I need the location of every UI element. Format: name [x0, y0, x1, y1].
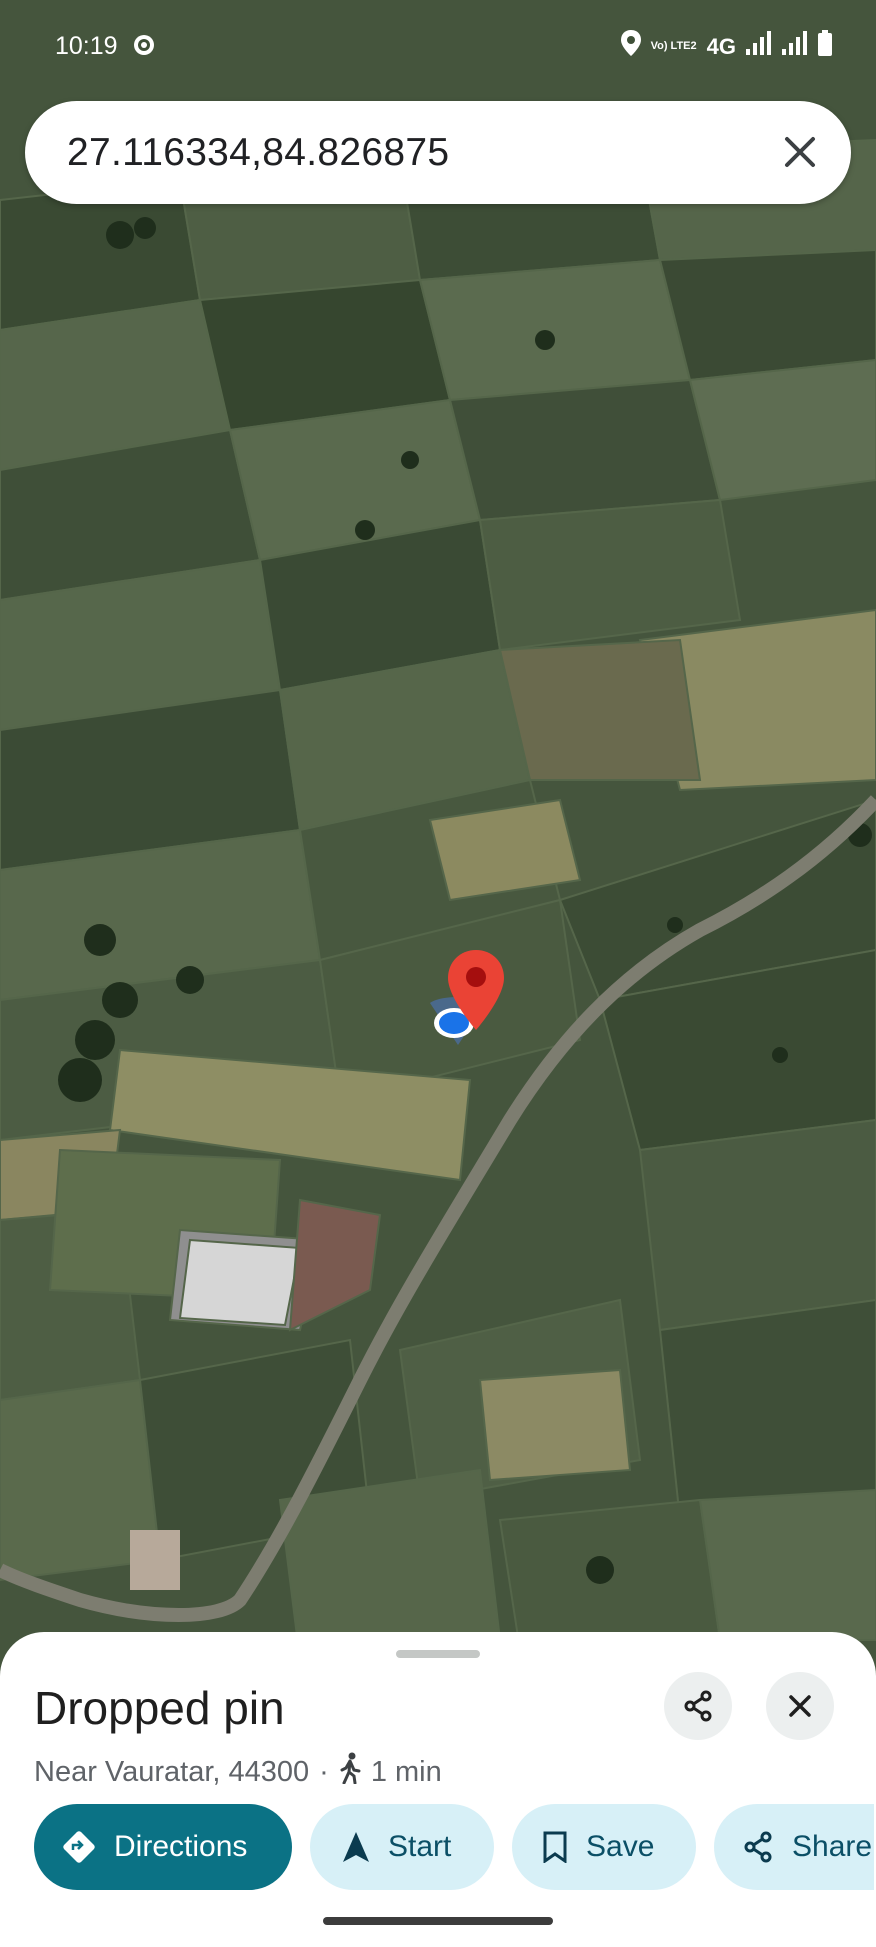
share-icon [684, 1690, 712, 1722]
walk-time: 1 min [370, 1755, 442, 1788]
close-icon[interactable] [779, 131, 821, 173]
share-icon [744, 1831, 772, 1863]
status-bar: 10:19 Vo) LTE2 4G [0, 0, 876, 92]
close-sheet-button[interactable] [766, 1672, 834, 1740]
directions-button[interactable]: Directions [34, 1804, 292, 1890]
place-bottom-sheet[interactable]: Dropped pin Near Vauratar, 44300 · 1 min… [0, 1632, 876, 1947]
directions-icon [63, 1831, 95, 1863]
start-label: Start [388, 1830, 452, 1863]
place-subtitle: Near Vauratar, 44300 · 1 min [34, 1752, 442, 1792]
status-time: 10:19 [55, 32, 118, 60]
bookmark-icon [543, 1831, 567, 1863]
volte-indicator: Vo) LTE2 [650, 40, 697, 52]
place-title: Dropped pin [34, 1682, 285, 1734]
whatsapp-icon [132, 33, 156, 64]
signal-icon [746, 31, 772, 62]
save-button[interactable]: Save [512, 1804, 696, 1890]
place-near: Near Vauratar, 44300 [34, 1755, 310, 1788]
battery-icon [818, 30, 832, 63]
start-button[interactable]: Start [310, 1804, 494, 1890]
share-icon-button[interactable] [664, 1672, 732, 1740]
network-type: 4G [706, 33, 736, 59]
navigation-arrow-icon [343, 1832, 369, 1862]
save-label: Save [586, 1830, 655, 1863]
action-chips: Directions Start Save Share [34, 1804, 876, 1890]
location-status-icon [620, 30, 641, 63]
dropped-pin-icon[interactable] [446, 948, 506, 1032]
search-query[interactable]: 27.116334,84.826875 [67, 131, 449, 175]
share-button[interactable]: Share [714, 1804, 874, 1890]
directions-label: Directions [114, 1830, 248, 1863]
search-bar[interactable]: 27.116334,84.826875 [25, 101, 851, 204]
share-label: Share [792, 1830, 873, 1863]
walking-icon [339, 1752, 363, 1792]
signal-icon-2 [782, 31, 808, 62]
close-icon [789, 1695, 811, 1717]
gesture-nav-bar[interactable] [323, 1917, 553, 1925]
drag-handle[interactable] [396, 1650, 480, 1658]
separator: · [319, 1755, 329, 1788]
